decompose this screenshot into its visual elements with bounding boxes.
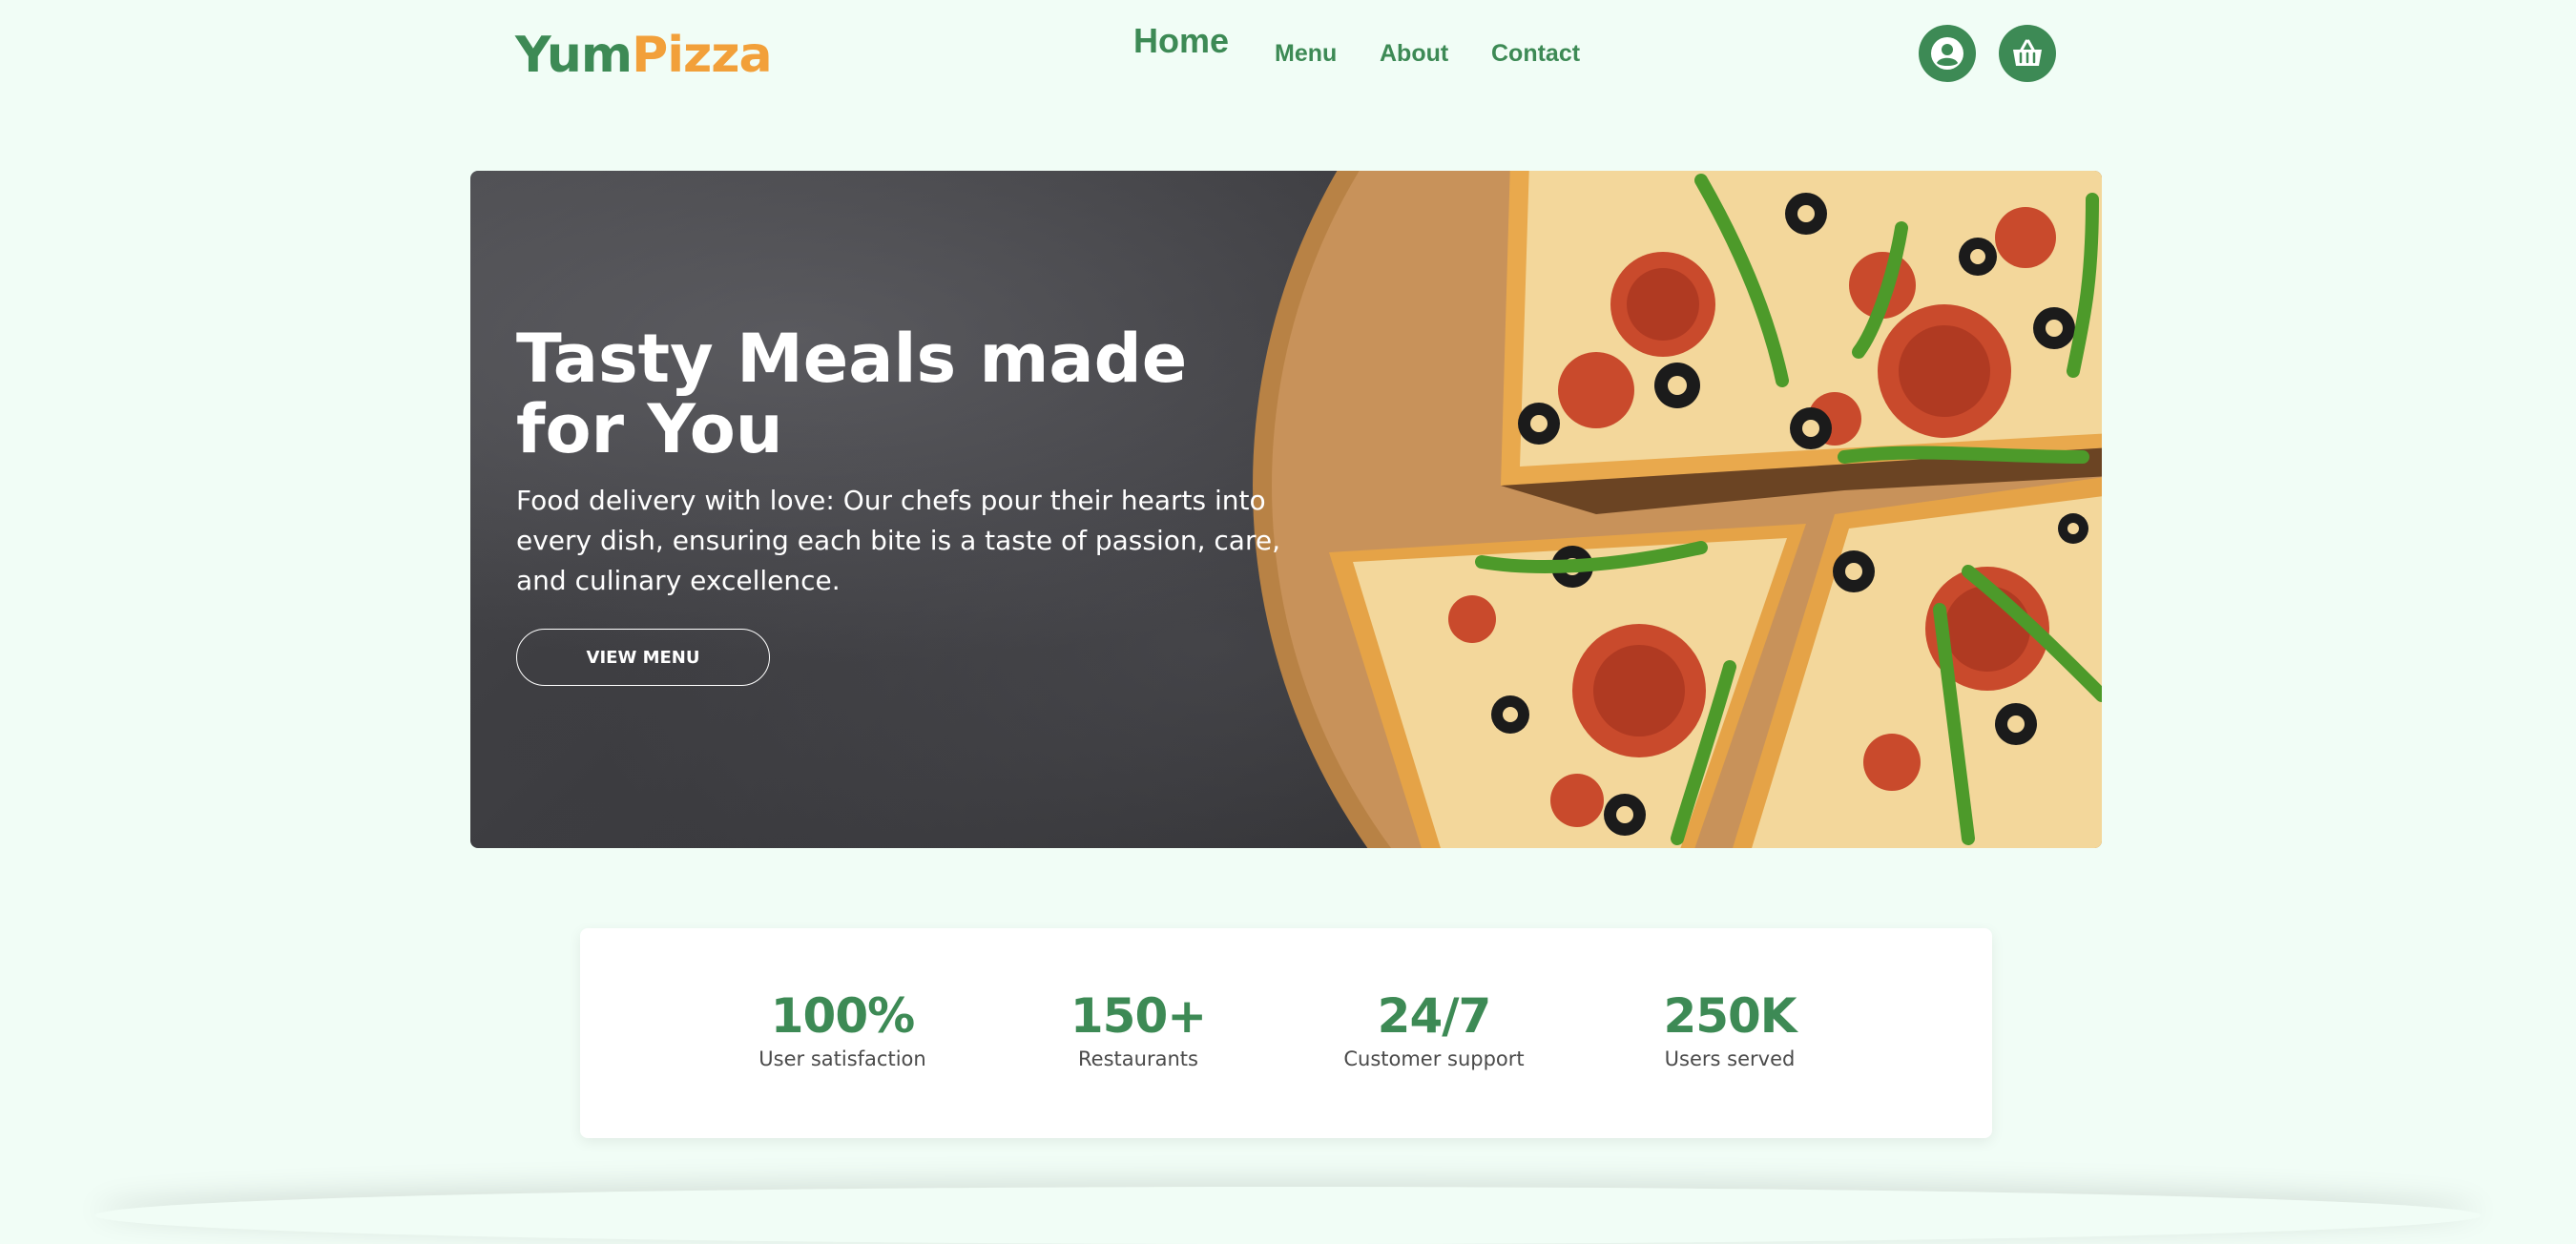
hero-description: Food delivery with love: Our chefs pour … <box>516 485 1280 596</box>
stat-label: User satisfaction <box>758 1047 926 1070</box>
nav-link-home[interactable]: Home <box>1133 21 1229 61</box>
nav-link-menu[interactable]: Menu <box>1275 40 1337 68</box>
hero-title: Tasty Meals made for You <box>516 320 1188 468</box>
stats-card: 100% User satisfaction 150+ Restaurants … <box>580 928 1992 1138</box>
stat-item: 24/7 Customer support <box>1300 987 1568 1071</box>
stat-value: 250K <box>1663 988 1797 1044</box>
user-circle-icon <box>1931 37 1963 70</box>
stat-value: 150+ <box>1070 988 1207 1044</box>
nav-link-contact[interactable]: Contact <box>1491 40 1580 68</box>
view-menu-button[interactable]: VIEW MENU <box>516 629 770 686</box>
hero-banner: Tasty Meals made for You Food delivery w… <box>470 171 2102 848</box>
stat-value: 24/7 <box>1377 988 1492 1044</box>
stat-item: 150+ Restaurants <box>1005 987 1272 1071</box>
basket-icon <box>2013 39 2042 66</box>
cart-button[interactable] <box>1999 25 2056 82</box>
stat-label: Customer support <box>1343 1047 1525 1070</box>
stat-label: Users served <box>1664 1047 1796 1070</box>
stat-label: Restaurants <box>1078 1047 1198 1070</box>
logo[interactable]: YumPizza <box>515 25 773 86</box>
stat-item: 100% User satisfaction <box>709 987 976 1071</box>
account-button[interactable] <box>1919 25 1976 82</box>
nav-link-about[interactable]: About <box>1380 40 1448 68</box>
logo-part-pizza: Pizza <box>632 27 773 84</box>
logo-part-yum: Yum <box>515 27 633 84</box>
stat-item: 250K Users served <box>1596 987 1863 1071</box>
stat-value: 100% <box>770 988 915 1044</box>
next-section-edge <box>95 1187 2481 1244</box>
